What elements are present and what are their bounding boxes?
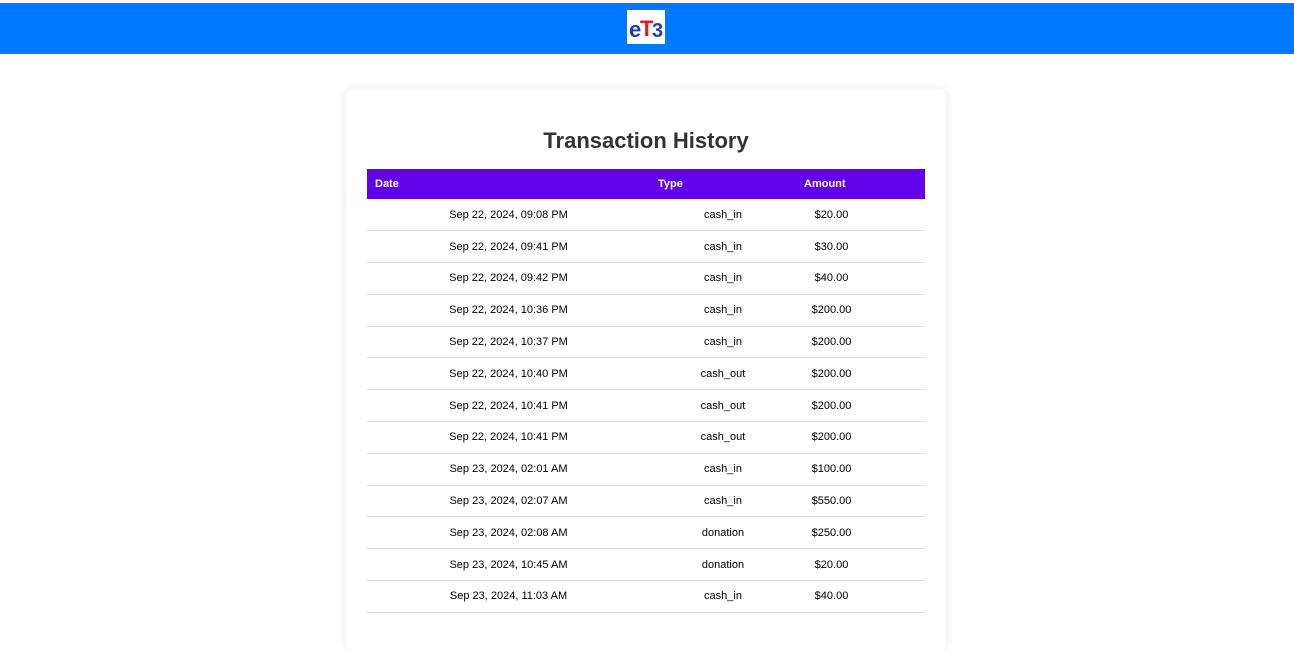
- table-row: Sep 23, 2024, 11:03 AM cash_in $40.00: [367, 581, 925, 613]
- table-row: Sep 22, 2024, 09:42 PM cash_in $40.00: [367, 263, 925, 295]
- transaction-date: Sep 23, 2024, 10:45 AM: [449, 558, 568, 571]
- table-row: Sep 22, 2024, 10:37 PM cash_in $200.00: [367, 326, 925, 358]
- transaction-date: Sep 22, 2024, 10:36 PM: [449, 304, 568, 317]
- header-type: Type: [658, 178, 683, 190]
- table-row: Sep 23, 2024, 10:45 AM donation $20.00: [367, 549, 925, 581]
- transaction-date: Sep 22, 2024, 09:08 PM: [449, 208, 568, 221]
- table-row: Sep 22, 2024, 09:41 PM cash_in $30.00: [367, 231, 925, 263]
- transaction-amount: $200.00: [811, 336, 852, 349]
- transaction-type: cash_in: [704, 463, 742, 476]
- et3-logo-icon: e T 3: [627, 10, 665, 44]
- table-row: Sep 23, 2024, 02:07 AM cash_in $550.00: [367, 485, 925, 517]
- transaction-amount: $200.00: [811, 399, 852, 412]
- header-date: Date: [375, 178, 399, 190]
- transaction-date: Sep 23, 2024, 02:01 AM: [449, 463, 568, 476]
- transaction-amount: $30.00: [814, 240, 849, 253]
- transaction-type: cash_in: [704, 208, 742, 221]
- app-header: e T 3: [0, 3, 1294, 54]
- transaction-type: cash_in: [704, 336, 742, 349]
- table-header-row: Date Type Amount: [367, 169, 925, 199]
- transaction-amount: $20.00: [814, 558, 849, 571]
- transaction-date: Sep 22, 2024, 09:41 PM: [449, 240, 568, 253]
- transaction-date: Sep 22, 2024, 10:37 PM: [449, 336, 568, 349]
- transaction-amount: $200.00: [811, 431, 852, 444]
- table-row: Sep 22, 2024, 09:08 PM cash_in $20.00: [367, 199, 925, 231]
- transaction-amount: $200.00: [811, 304, 852, 317]
- transaction-table: Date Type Amount Sep 22, 2024, 09:08 PM c…: [367, 169, 925, 613]
- transaction-type: cash_in: [704, 304, 742, 317]
- transaction-type: cash_out: [700, 399, 746, 412]
- transaction-date: Sep 23, 2024, 02:08 AM: [449, 526, 568, 539]
- brand-logo[interactable]: e T 3: [627, 10, 665, 44]
- transaction-amount: $250.00: [811, 526, 852, 539]
- transaction-type: cash_in: [704, 240, 742, 253]
- transaction-card: Transaction History Date Type Amount Sep…: [346, 90, 946, 650]
- table-row: Sep 22, 2024, 10:40 PM cash_out $200.00: [367, 358, 925, 390]
- table-row: Sep 23, 2024, 02:01 AM cash_in $100.00: [367, 453, 925, 486]
- transaction-type: cash_out: [700, 431, 746, 444]
- transaction-date: Sep 23, 2024, 02:07 AM: [449, 495, 568, 508]
- transaction-type: donation: [701, 526, 745, 539]
- transaction-date: Sep 22, 2024, 09:42 PM: [449, 272, 568, 285]
- transaction-type: cash_in: [704, 272, 742, 285]
- transaction-date: Sep 22, 2024, 10:41 PM: [449, 431, 568, 444]
- transaction-amount: $20.00: [814, 208, 849, 221]
- transaction-date: Sep 22, 2024, 10:40 PM: [449, 367, 568, 380]
- table-row: Sep 22, 2024, 10:36 PM cash_in $200.00: [367, 294, 925, 327]
- table-body: Sep 22, 2024, 09:08 PM cash_in $20.00 Sep 2…: [367, 199, 925, 613]
- table-row: Sep 22, 2024, 10:41 PM cash_out $200.00: [367, 422, 925, 454]
- table-row: Sep 22, 2024, 10:41 PM cash_out $200.00: [367, 390, 925, 422]
- transaction-amount: $40.00: [814, 590, 849, 603]
- page-title: Transaction History: [543, 128, 749, 153]
- transaction-type: cash_in: [704, 590, 742, 603]
- transaction-amount: $40.00: [814, 272, 849, 285]
- transaction-amount: $100.00: [811, 463, 852, 476]
- transaction-type: donation: [701, 558, 745, 571]
- transaction-type: cash_out: [700, 367, 746, 380]
- transaction-amount: $200.00: [811, 367, 852, 380]
- transaction-amount: $550.00: [811, 495, 852, 508]
- table-row: Sep 23, 2024, 02:08 AM donation $250.00: [367, 517, 925, 549]
- transaction-date: Sep 23, 2024, 11:03 AM: [449, 590, 568, 603]
- header-amount: Amount: [804, 178, 846, 190]
- transaction-type: cash_in: [704, 495, 742, 508]
- transaction-date: Sep 22, 2024, 10:41 PM: [449, 399, 568, 412]
- svg-text:3: 3: [652, 20, 663, 42]
